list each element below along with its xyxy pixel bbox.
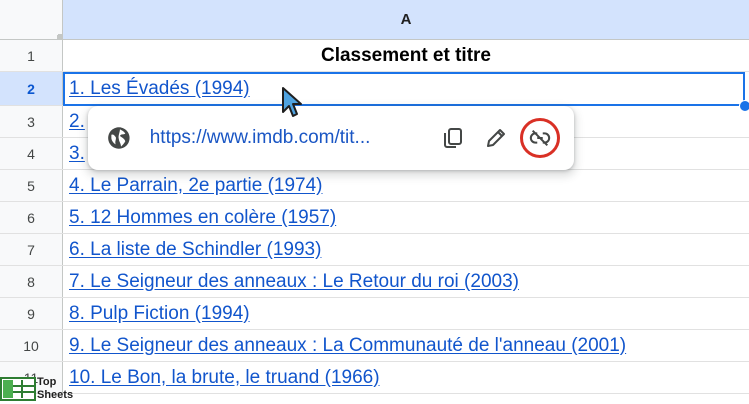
- row-number[interactable]: 7: [0, 234, 63, 265]
- link-url[interactable]: https://www.imdb.com/tit...: [150, 127, 415, 149]
- row-number[interactable]: 4: [0, 138, 63, 169]
- cell-link[interactable]: 9. Le Seigneur des anneaux : La Communau…: [69, 335, 626, 357]
- edit-icon: [487, 129, 506, 147]
- sheets-logo-icon: [0, 376, 36, 401]
- row-number[interactable]: 1: [0, 40, 63, 71]
- cell[interactable]: 9. Le Seigneur des anneaux : La Communau…: [63, 330, 749, 361]
- row-number[interactable]: 2: [0, 72, 63, 105]
- copy-icon: [443, 128, 462, 148]
- table-row: 5 4. Le Parrain, 2e partie (1974): [0, 170, 749, 202]
- select-all-corner[interactable]: [0, 0, 63, 40]
- column-header-a[interactable]: A: [63, 0, 749, 40]
- link-preview-popup: https://www.imdb.com/tit...: [88, 106, 574, 170]
- globe-icon: [108, 127, 130, 149]
- header-cell[interactable]: Classement et titre: [63, 40, 749, 71]
- cell-link[interactable]: 5. 12 Hommes en colère (1957): [69, 207, 336, 229]
- mouse-cursor-icon: [282, 87, 302, 117]
- remove-link-button[interactable]: [520, 118, 561, 158]
- column-header-label: A: [400, 11, 412, 28]
- table-row: 6 5. 12 Hommes en colère (1957): [0, 202, 749, 234]
- cell-link[interactable]: 3.: [69, 143, 85, 165]
- table-row: 11 10. Le Bon, la brute, le truand (1966…: [0, 362, 749, 394]
- row-number[interactable]: 5: [0, 170, 63, 201]
- cell[interactable]: 5. 12 Hommes en colère (1957): [63, 202, 749, 233]
- row-number[interactable]: 9: [0, 298, 63, 329]
- cell-link[interactable]: 8. Pulp Fiction (1994): [69, 303, 250, 325]
- cell[interactable]: 6. La liste de Schindler (1993): [63, 234, 749, 265]
- logo-line-top: Top: [37, 375, 57, 388]
- unlink-icon: [529, 129, 551, 147]
- cell-link[interactable]: 4. Le Parrain, 2e partie (1974): [69, 175, 323, 197]
- row-number[interactable]: 3: [0, 106, 63, 137]
- fill-handle[interactable]: [739, 100, 749, 112]
- cell[interactable]: 8. Pulp Fiction (1994): [63, 298, 749, 329]
- logo-line-bottom: Sheets: [37, 388, 74, 401]
- table-row: 7 6. La liste de Schindler (1993): [0, 234, 749, 266]
- cell-link[interactable]: 2.: [69, 111, 85, 133]
- cell-link[interactable]: 10. Le Bon, la brute, le truand (1966): [69, 367, 380, 389]
- cell[interactable]: 1. Les Évadés (1994): [63, 72, 749, 105]
- cell[interactable]: 4. Le Parrain, 2e partie (1974): [63, 170, 749, 201]
- table-row: 2 1. Les Évadés (1994): [0, 72, 749, 106]
- cell[interactable]: 7. Le Seigneur des anneaux : Le Retour d…: [63, 266, 749, 297]
- top-sheets-logo: Top Sheets: [0, 373, 85, 404]
- row-number[interactable]: 8: [0, 266, 63, 297]
- row-number[interactable]: 10: [0, 330, 63, 361]
- table-row: 10 9. Le Seigneur des anneaux : La Commu…: [0, 330, 749, 362]
- table-row: 8 7. Le Seigneur des anneaux : Le Retour…: [0, 266, 749, 298]
- row-number[interactable]: 6: [0, 202, 63, 233]
- cell-link[interactable]: 7. Le Seigneur des anneaux : Le Retour d…: [69, 271, 519, 293]
- edit-link-button[interactable]: [476, 118, 516, 158]
- spreadsheet-grid: A 1 Classement et titre 2 1. Les Évadés …: [0, 0, 749, 404]
- logo-text: Top Sheets: [37, 376, 73, 402]
- copy-link-button[interactable]: [433, 118, 473, 158]
- table-row: 9 8. Pulp Fiction (1994): [0, 298, 749, 330]
- cell[interactable]: 10. Le Bon, la brute, le truand (1966): [63, 362, 749, 393]
- cell-link[interactable]: 6. La liste de Schindler (1993): [69, 239, 321, 261]
- highlight-circle: [520, 118, 561, 158]
- cell-link[interactable]: 1. Les Évadés (1994): [69, 78, 250, 100]
- table-row: 1 Classement et titre: [0, 40, 749, 72]
